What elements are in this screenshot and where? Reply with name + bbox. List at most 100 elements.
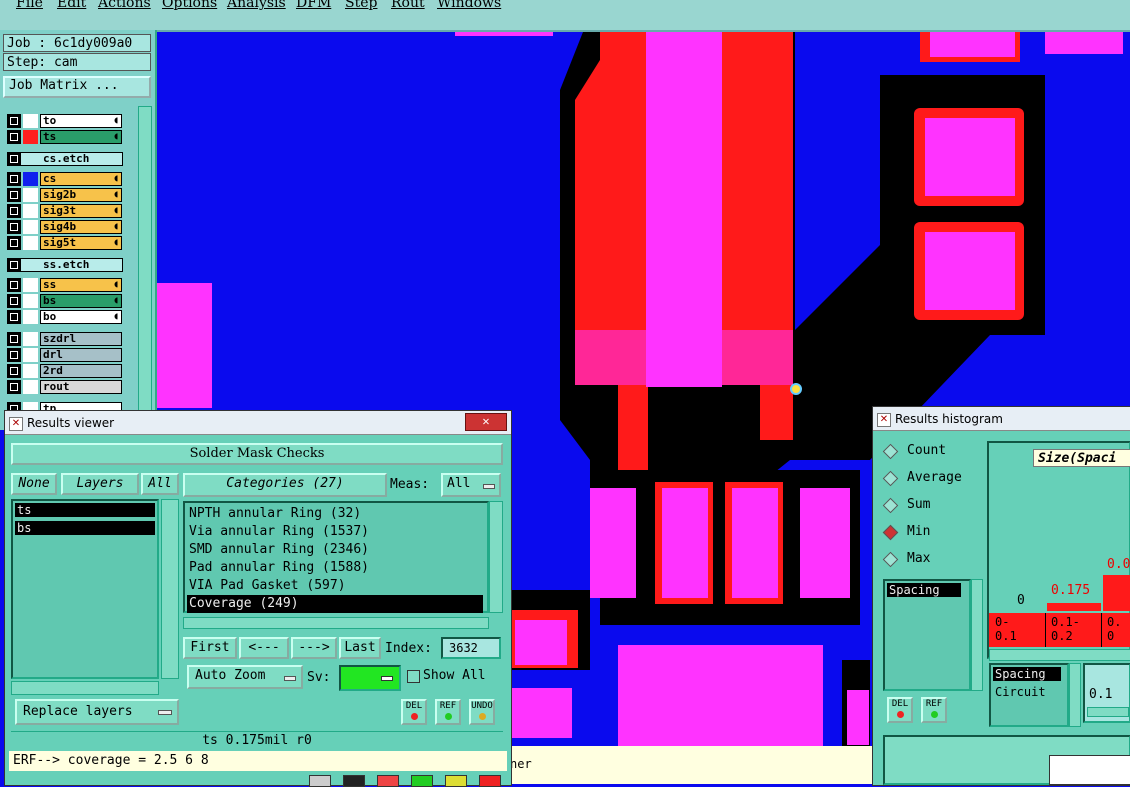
- job-matrix-button[interactable]: Job Matrix ...: [3, 76, 151, 98]
- layer-color-swatch[interactable]: [23, 364, 38, 378]
- menu-analysis[interactable]: Analysis: [227, 0, 286, 11]
- menu-file[interactable]: File: [16, 0, 43, 11]
- layer-color-swatch[interactable]: [23, 236, 38, 250]
- layer-color-swatch[interactable]: [23, 348, 38, 362]
- replace-layers-dropdown[interactable]: Replace layers: [15, 699, 179, 725]
- layer-checkbox[interactable]: [7, 220, 21, 234]
- layer-checkbox[interactable]: [7, 348, 21, 362]
- ref-button[interactable]: REF: [435, 699, 461, 725]
- categories-button[interactable]: Categories (27): [183, 473, 387, 497]
- layer-color-swatch[interactable]: [23, 172, 38, 186]
- histogram-titlebar[interactable]: ✕ Results histogram: [873, 407, 1130, 431]
- menu-actions[interactable]: Actions: [98, 0, 151, 11]
- layer-separator[interactable]: cs.etch: [7, 152, 123, 166]
- layer-checkbox[interactable]: [7, 172, 21, 186]
- layer-name-cell[interactable]: 2rd: [40, 364, 122, 378]
- toolbar-icon[interactable]: [479, 775, 501, 787]
- toolbar-icon[interactable]: [343, 775, 365, 787]
- layer-checkbox[interactable]: [7, 204, 21, 218]
- menu-dfm[interactable]: DFM: [296, 0, 331, 11]
- close-icon[interactable]: ✕: [465, 413, 507, 431]
- category-item[interactable]: Pad annular Ring (1588): [187, 559, 483, 577]
- layer-checkbox[interactable]: [7, 130, 21, 144]
- layer-name-cell[interactable]: sig4b ◖: [40, 220, 122, 234]
- lower-list-scrollbar[interactable]: [1069, 663, 1081, 727]
- none-button[interactable]: None: [11, 473, 57, 495]
- toolbar-icon[interactable]: [377, 775, 399, 787]
- layer-name-cell[interactable]: cs ◖: [40, 172, 122, 186]
- layer-checkbox[interactable]: [7, 152, 21, 166]
- layers-button[interactable]: Layers: [61, 473, 139, 495]
- category-item[interactable]: SMD annular Ring (2346): [187, 541, 483, 559]
- last-button[interactable]: Last: [339, 637, 381, 659]
- severity-dropdown[interactable]: [339, 665, 401, 691]
- results-viewer-titlebar[interactable]: ✕ Results viewer: [5, 411, 511, 435]
- layer-checkbox[interactable]: [7, 278, 21, 292]
- layer-color-swatch[interactable]: [23, 114, 38, 128]
- radio-diamond-icon[interactable]: [882, 524, 899, 541]
- layer-name-cell[interactable]: szdrl: [40, 332, 122, 346]
- layer-checkbox[interactable]: [7, 332, 21, 346]
- category-item[interactable]: NPTH annular Ring (32): [187, 505, 483, 523]
- radio-diamond-icon[interactable]: [882, 470, 899, 487]
- menu-options[interactable]: Options: [162, 0, 217, 11]
- layer-name-cell[interactable]: rout: [40, 380, 122, 394]
- category-item[interactable]: Via annular Ring (1537): [187, 523, 483, 541]
- category-item[interactable]: Coverage (249): [187, 595, 483, 613]
- toolbar-icon[interactable]: [309, 775, 331, 787]
- layer-color-swatch[interactable]: [23, 220, 38, 234]
- next-button[interactable]: --->: [291, 637, 337, 659]
- all-layers-button[interactable]: All: [141, 473, 179, 495]
- layer-list-item[interactable]: ts: [15, 503, 155, 517]
- menu-step[interactable]: Step: [345, 0, 377, 11]
- undo-button[interactable]: UNDO: [469, 699, 495, 725]
- layer-color-swatch[interactable]: [23, 294, 38, 308]
- index-input[interactable]: 3632: [441, 637, 501, 659]
- histogram-list-item[interactable]: Spacing: [887, 583, 961, 597]
- histogram-del-button[interactable]: DEL: [887, 697, 913, 723]
- show-all-checkbox[interactable]: [407, 670, 420, 683]
- layer-scrollbar[interactable]: [138, 106, 152, 430]
- layer-color-swatch[interactable]: [23, 204, 38, 218]
- histogram-list[interactable]: Spacing: [883, 579, 971, 691]
- layer-name-cell[interactable]: bo ◖: [40, 310, 122, 324]
- categories-scrollbar[interactable]: [489, 501, 503, 613]
- layer-color-swatch[interactable]: [23, 278, 38, 292]
- meas-dropdown[interactable]: All: [441, 473, 501, 497]
- layer-name-cell[interactable]: ss ◖: [40, 278, 122, 292]
- lower-list-item[interactable]: Spacing: [993, 667, 1061, 681]
- categories-hscrollbar[interactable]: [183, 617, 489, 629]
- histogram-hscrollbar[interactable]: [989, 649, 1130, 661]
- layer-separator[interactable]: ss.etch: [7, 258, 123, 272]
- layer-checkbox[interactable]: [7, 364, 21, 378]
- categories-list[interactable]: NPTH annular Ring (32) Via annular Ring (…: [183, 501, 489, 613]
- toolbar-icon[interactable]: [445, 775, 467, 787]
- layer-checkbox[interactable]: [7, 310, 21, 324]
- layer-list-item[interactable]: bs: [15, 521, 155, 535]
- layer-color-swatch[interactable]: [23, 130, 38, 144]
- layers-list[interactable]: ts bs: [11, 499, 159, 679]
- histogram-lower-list[interactable]: Spacing Circuit: [989, 663, 1069, 727]
- histogram-list-scrollbar[interactable]: [971, 579, 983, 691]
- radio-diamond-icon[interactable]: [882, 443, 899, 460]
- layer-color-swatch[interactable]: [23, 380, 38, 394]
- auto-zoom-dropdown[interactable]: Auto Zoom: [187, 665, 303, 689]
- layer-name-cell[interactable]: sig3t ◖: [40, 204, 122, 218]
- layer-color-swatch[interactable]: [23, 332, 38, 346]
- layer-checkbox[interactable]: [7, 258, 21, 272]
- del-button[interactable]: DEL: [401, 699, 427, 725]
- radio-diamond-icon[interactable]: [882, 551, 899, 568]
- prev-button[interactable]: <---: [239, 637, 289, 659]
- layer-name-cell[interactable]: ts ◖: [40, 130, 122, 144]
- layer-name-cell[interactable]: to ◖: [40, 114, 122, 128]
- layer-name-cell[interactable]: bs ◖: [40, 294, 122, 308]
- radio-diamond-icon[interactable]: [882, 497, 899, 514]
- slider-track[interactable]: [1087, 707, 1129, 717]
- toolbar-icon[interactable]: [411, 775, 433, 787]
- first-button[interactable]: First: [183, 637, 237, 659]
- layer-checkbox[interactable]: [7, 380, 21, 394]
- layer-checkbox[interactable]: [7, 294, 21, 308]
- layer-color-swatch[interactable]: [23, 188, 38, 202]
- layer-checkbox[interactable]: [7, 114, 21, 128]
- layer-checkbox[interactable]: [7, 188, 21, 202]
